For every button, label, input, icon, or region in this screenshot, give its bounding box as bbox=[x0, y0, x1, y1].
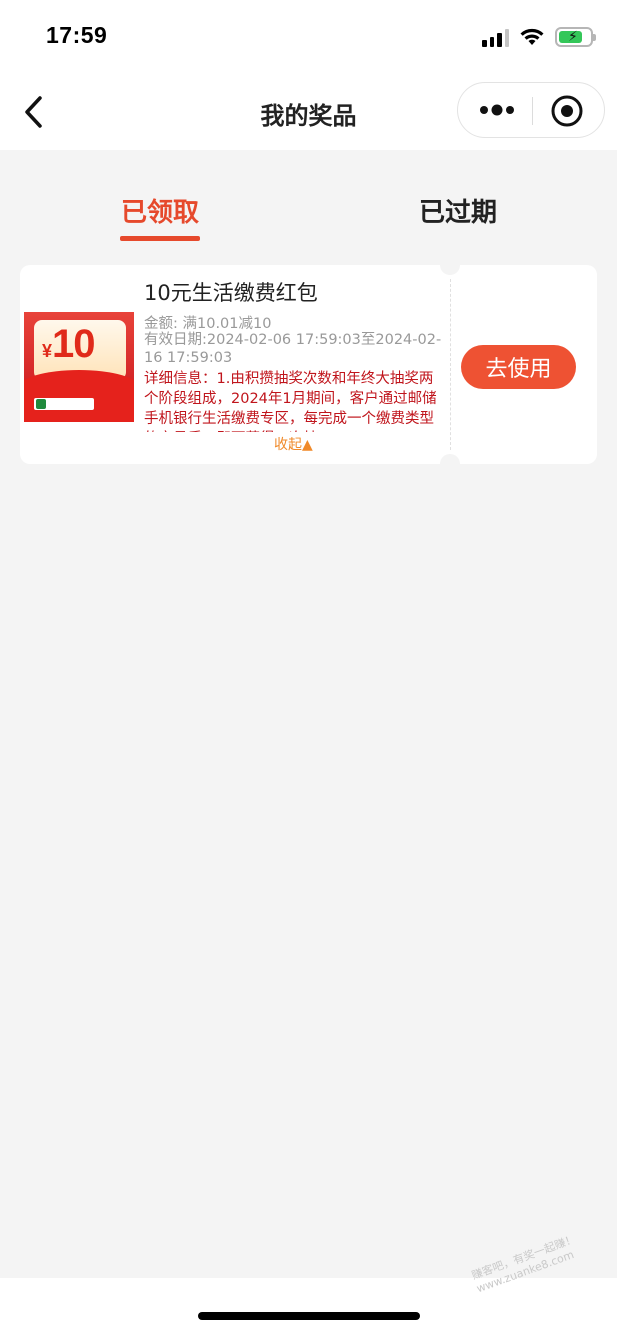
status-bar: 17:59 ⚡ bbox=[0, 0, 617, 76]
cellular-signal-icon bbox=[482, 27, 509, 47]
use-coupon-button[interactable]: 去使用 bbox=[461, 345, 576, 389]
coupon-amount: 金额: 满10.01减10 bbox=[144, 316, 272, 332]
more-dots-icon[interactable] bbox=[478, 96, 516, 124]
battery-charging-icon: ⚡ bbox=[555, 27, 596, 47]
bank-logo-icon bbox=[36, 399, 46, 409]
status-icons: ⚡ bbox=[482, 24, 596, 50]
target-circle-icon[interactable] bbox=[550, 94, 584, 128]
coupon-notch-top bbox=[440, 255, 460, 275]
coupon-card: ¥10 10元生活缴费红包 金额: 满10.01减10 有效日期:2024-02… bbox=[20, 255, 597, 474]
coupon-notch-bottom bbox=[440, 454, 460, 474]
prize-tabs: 已领取 已过期 bbox=[0, 150, 617, 250]
wifi-icon bbox=[520, 28, 544, 45]
coupon-detail: 详细信息：1.由积攒抽奖次数和年终大抽奖两个阶段组成，2024年1月期间，客户通… bbox=[144, 371, 437, 432]
bottom-safe-area bbox=[0, 1278, 617, 1334]
active-tab-indicator bbox=[120, 236, 200, 241]
red-packet-amount: ¥10 bbox=[42, 322, 96, 366]
coupon-perforation bbox=[450, 279, 451, 450]
red-packet-image: ¥10 bbox=[24, 312, 134, 422]
coupon-validity: 有效日期:2024-02-06 17:59:03至2024-02-16 17:5… bbox=[144, 332, 442, 366]
navigation-bar: 我的奖品 bbox=[0, 76, 617, 150]
capsule-divider bbox=[532, 97, 533, 125]
red-envelope-shape bbox=[24, 370, 134, 422]
tab-claimed[interactable]: 已领取 bbox=[120, 192, 200, 229]
collapse-button[interactable]: 收起▲ bbox=[274, 434, 313, 454]
status-time: 17:59 bbox=[46, 22, 108, 48]
tab-expired[interactable]: 已过期 bbox=[418, 192, 498, 229]
coupon-title: 10元生活缴费红包 bbox=[144, 281, 318, 305]
home-indicator bbox=[198, 1312, 420, 1320]
mini-program-capsule bbox=[457, 82, 605, 138]
